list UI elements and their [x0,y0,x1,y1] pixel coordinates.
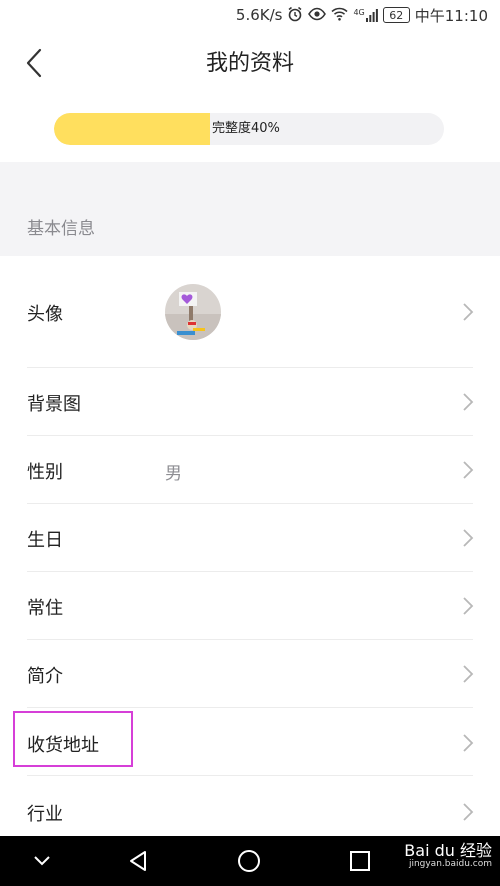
section-title: 基本信息 [27,219,95,239]
clock: 中午11:10 [414,6,488,25]
network-type: 4G [353,7,365,17]
watermark-url: jingyan.baidu.com [408,858,492,869]
row-label: 常住 [27,598,63,619]
eye-icon [308,7,327,24]
network-speed: 5.6K/s [235,6,283,24]
row-label: 头像 [27,304,63,325]
back-nav-button[interactable] [118,836,158,886]
chevron-right-icon [463,597,474,615]
row-label: 背景图 [27,394,81,415]
chevron-right-icon [463,803,474,821]
avatar[interactable] [165,284,221,340]
row-birthday[interactable]: 生日 [0,504,500,572]
circle-home-icon [238,850,260,872]
chevron-right-icon [463,734,474,752]
row-label: 简介 [27,666,63,687]
row-value: 男 [165,464,182,484]
chevron-right-icon [463,461,474,479]
square-recents-icon [350,851,370,871]
highlight-annotation [13,711,133,767]
progress-fill [54,113,210,145]
wifi-icon [331,7,349,24]
page-title: 我的资料 [205,51,294,76]
chevron-right-icon [463,665,474,683]
row-residence[interactable]: 常住 [0,572,500,640]
completeness-section: 完整度40% [0,96,500,162]
chevron-down-icon [34,856,50,866]
battery-indicator: 62 [382,7,410,23]
recents-button[interactable] [340,836,380,886]
row-avatar[interactable]: 头像 [0,256,500,368]
watermark-brand: Bai du 经验 [404,841,492,860]
triangle-back-icon [130,851,146,871]
row-background[interactable]: 背景图 [0,368,500,436]
chevron-right-icon [463,393,474,411]
progress-label: 完整度40% [212,121,280,136]
status-bar: 5.6K/s 4G 62 中午11:10 [0,0,500,30]
watermark: Bai du 经验 jingyan.baidu.com [404,842,492,869]
section-header: 基本信息 [0,162,500,256]
row-gender[interactable]: 性别 男 [0,436,500,504]
row-label: 生日 [27,530,63,551]
nav-bar: 我的资料 [0,30,500,96]
row-bio[interactable]: 简介 [0,640,500,708]
collapse-button[interactable] [22,836,62,886]
row-label: 行业 [27,804,63,825]
row-industry[interactable]: 行业 [0,776,500,836]
signal-icon: 4G [353,7,378,22]
home-button[interactable] [229,836,269,886]
alarm-icon [287,6,303,25]
row-label: 性别 [27,462,63,483]
system-nav-bar: Bai du 经验 jingyan.baidu.com [0,836,500,886]
chevron-right-icon [463,529,474,547]
chevron-right-icon [463,303,474,321]
